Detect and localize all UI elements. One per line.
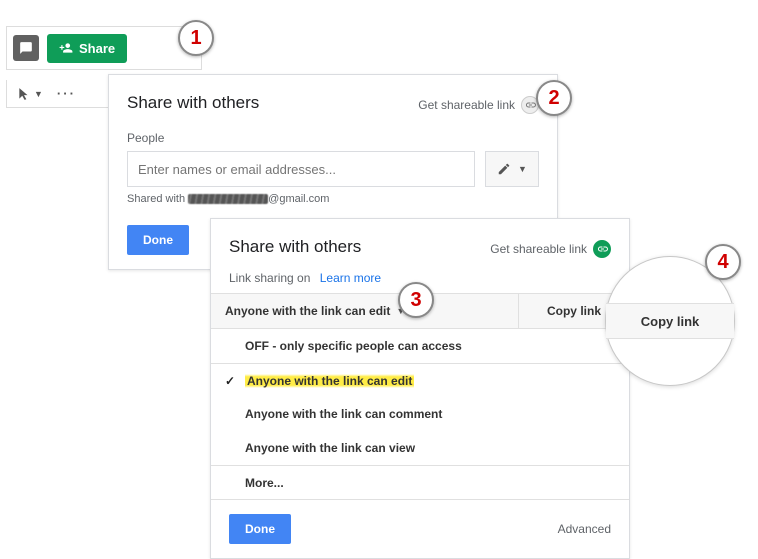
callout-2: 2 bbox=[536, 80, 572, 116]
menu-item-label: More... bbox=[245, 476, 284, 490]
link-sharing-on-text: Link sharing on bbox=[229, 271, 310, 285]
get-link-label: Get shareable link bbox=[418, 98, 515, 112]
permission-menu: OFF - only specific people can access ✓ … bbox=[211, 329, 629, 500]
share-button[interactable]: Share bbox=[47, 34, 127, 63]
chevron-down-icon: ▼ bbox=[34, 89, 43, 99]
toolbar: Share bbox=[6, 26, 202, 70]
pencil-icon bbox=[497, 162, 511, 176]
menu-item-label: OFF - only specific people can access bbox=[245, 339, 462, 353]
callout-3: 3 bbox=[398, 282, 434, 318]
menu-item-off[interactable]: OFF - only specific people can access bbox=[211, 329, 629, 363]
share-dialog-expanded: Share with others Get shareable link Lin… bbox=[210, 218, 630, 559]
dialog-title: Share with others bbox=[127, 93, 259, 113]
more-menu[interactable]: ··· bbox=[57, 86, 76, 101]
obscured-email bbox=[188, 194, 268, 204]
link-permission-selector[interactable]: Anyone with the link can edit ▼ bbox=[211, 294, 519, 328]
link-icon bbox=[593, 240, 611, 258]
callout-4: 4 bbox=[705, 244, 741, 280]
menu-item-label: Anyone with the link can comment bbox=[245, 407, 442, 421]
done-button[interactable]: Done bbox=[127, 225, 189, 255]
done-button[interactable]: Done bbox=[229, 514, 291, 544]
shared-with-text: Shared with @gmail.com bbox=[127, 193, 539, 205]
get-shareable-link[interactable]: Get shareable link bbox=[418, 96, 539, 114]
learn-more-link[interactable]: Learn more bbox=[320, 271, 381, 285]
comment-icon[interactable] bbox=[13, 35, 39, 61]
permission-dropdown[interactable]: ▼ bbox=[485, 151, 539, 187]
dialog-title: Share with others bbox=[229, 237, 361, 257]
cursor-icon bbox=[17, 87, 31, 101]
get-link-label: Get shareable link bbox=[490, 242, 587, 256]
cursor-tool[interactable]: ▼ bbox=[17, 87, 43, 101]
check-icon: ✓ bbox=[225, 374, 235, 388]
share-button-label: Share bbox=[79, 41, 115, 56]
advanced-link[interactable]: Advanced bbox=[558, 522, 611, 536]
callout-1: 1 bbox=[178, 20, 214, 56]
menu-item-label: Anyone with the link can view bbox=[245, 441, 415, 455]
person-add-icon bbox=[59, 41, 73, 55]
people-input[interactable] bbox=[127, 151, 475, 187]
menu-item-label: Anyone with the link can edit bbox=[245, 374, 414, 388]
shared-with-suffix: @gmail.com bbox=[268, 193, 329, 205]
people-label: People bbox=[127, 131, 539, 145]
menu-item-edit[interactable]: ✓ Anyone with the link can edit bbox=[211, 363, 629, 397]
menu-item-comment[interactable]: Anyone with the link can comment bbox=[211, 397, 629, 431]
selector-label: Anyone with the link can edit bbox=[225, 304, 390, 318]
menu-item-view[interactable]: Anyone with the link can view bbox=[211, 431, 629, 465]
menu-item-more[interactable]: More... bbox=[211, 465, 629, 499]
chevron-down-icon: ▼ bbox=[518, 164, 527, 174]
copy-link-zoom-button[interactable]: Copy link bbox=[606, 303, 734, 339]
get-shareable-link[interactable]: Get shareable link bbox=[490, 240, 611, 258]
